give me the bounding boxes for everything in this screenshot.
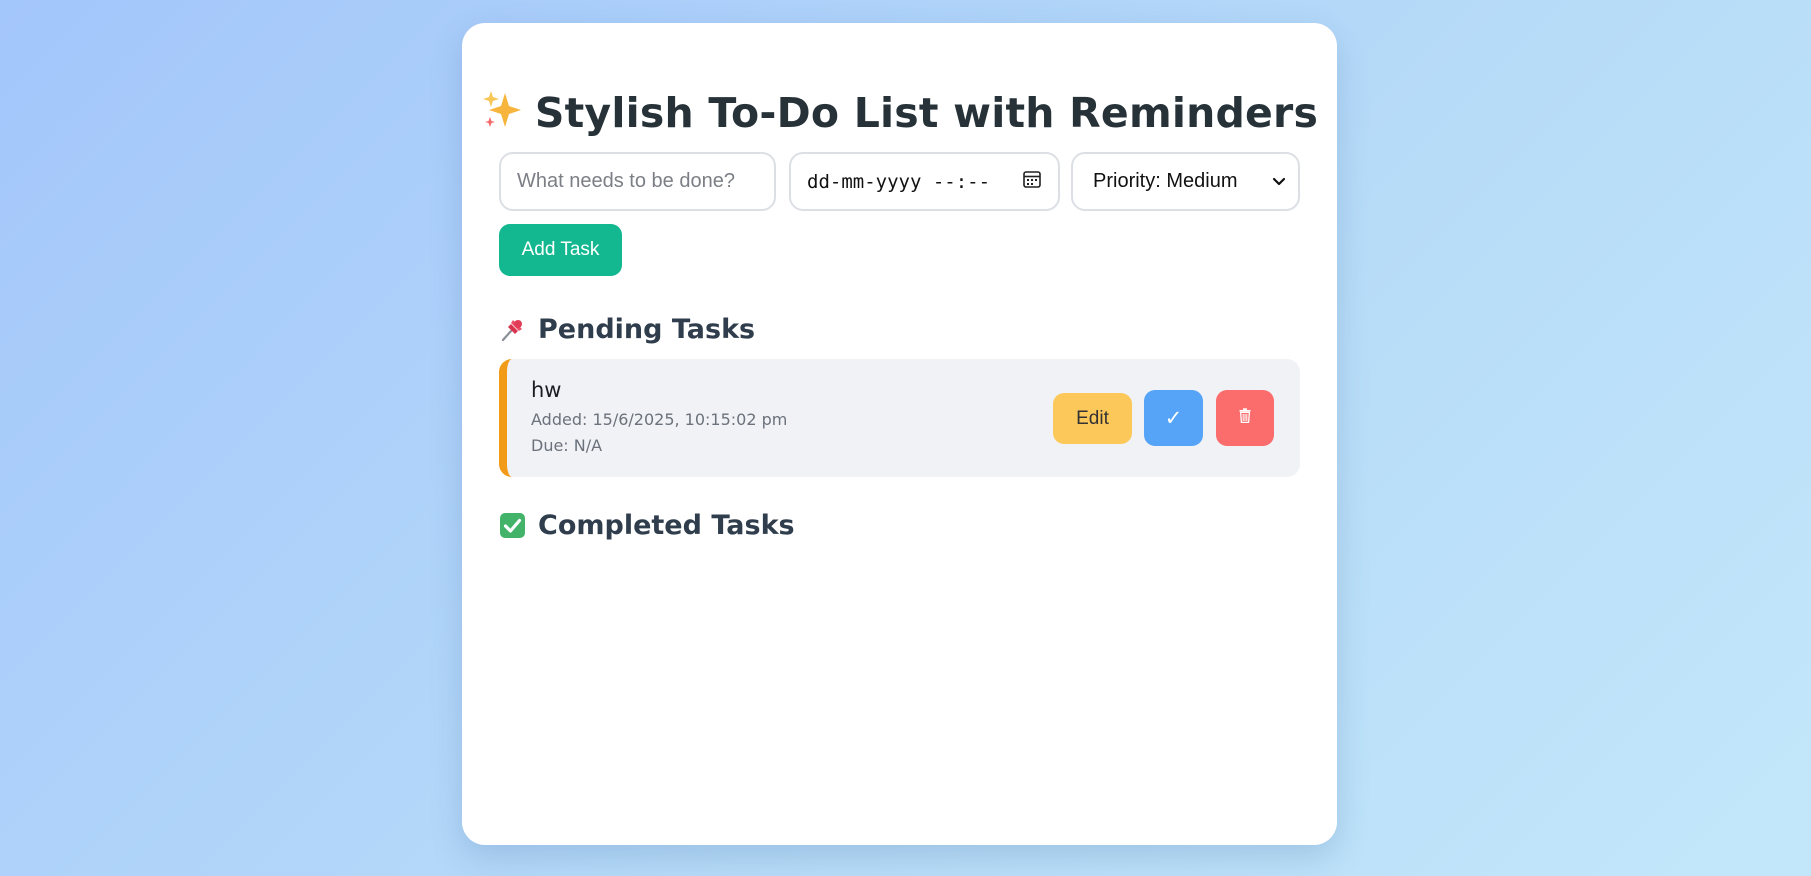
task-added-time: Added: 15/6/2025, 10:15:02 pm bbox=[531, 410, 788, 429]
trash-icon bbox=[1239, 407, 1251, 429]
calendar-icon[interactable] bbox=[1022, 169, 1042, 194]
due-datetime-placeholder: dd-mm-yyyy --:-- bbox=[807, 170, 991, 193]
pending-tasks-heading-text: Pending Tasks bbox=[538, 313, 756, 345]
completed-tasks-heading-text: Completed Tasks bbox=[538, 509, 795, 541]
task-input-placeholder: What needs to be done? bbox=[517, 170, 735, 192]
task-name: hw bbox=[531, 378, 562, 402]
delete-task-button[interactable] bbox=[1216, 390, 1274, 446]
add-task-button[interactable]: Add Task bbox=[499, 224, 622, 276]
completed-tasks-heading: Completed Tasks bbox=[499, 506, 795, 544]
title-text: Stylish To-Do List with Reminders bbox=[534, 89, 1319, 137]
sparkles-icon bbox=[481, 89, 523, 145]
chevron-down-icon bbox=[1272, 170, 1286, 193]
page-title: Stylish To-Do List with Reminders bbox=[462, 85, 1337, 145]
due-datetime-input[interactable]: dd-mm-yyyy --:-- bbox=[789, 152, 1060, 211]
task-due-time: Due: N/A bbox=[531, 436, 603, 455]
edit-task-button[interactable]: Edit bbox=[1053, 393, 1132, 444]
pending-tasks-heading: Pending Tasks bbox=[499, 310, 755, 348]
pushpin-icon bbox=[499, 316, 526, 343]
priority-selected-value: Priority: Medium bbox=[1093, 170, 1238, 192]
priority-select[interactable]: Priority: Medium bbox=[1071, 152, 1300, 211]
check-box-icon bbox=[499, 512, 526, 539]
todo-card: Stylish To-Do List with Reminders What n… bbox=[462, 23, 1337, 845]
complete-task-button[interactable]: ✓ bbox=[1144, 390, 1203, 446]
task-input[interactable]: What needs to be done? bbox=[499, 152, 776, 211]
task-card: hw Added: 15/6/2025, 10:15:02 pm Due: N/… bbox=[499, 359, 1300, 477]
